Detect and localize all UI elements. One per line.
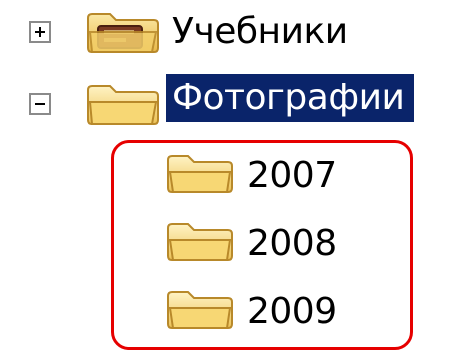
folder-tree-view: Учебники Фотографии 2007 2008 2009 bbox=[0, 0, 456, 358]
minus-icon bbox=[35, 103, 45, 105]
folder-icon[interactable] bbox=[164, 286, 236, 332]
tree-label-2008[interactable]: 2008 bbox=[247, 220, 337, 268]
expand-button-uchebniki[interactable] bbox=[29, 21, 51, 43]
collapse-button-fotografii[interactable] bbox=[29, 93, 51, 115]
folder-with-book-icon[interactable] bbox=[82, 8, 162, 56]
tree-label-fotografii[interactable]: Фотографии bbox=[166, 74, 415, 122]
tree-label-uchebniki[interactable]: Учебники bbox=[172, 8, 348, 56]
tree-label-2007[interactable]: 2007 bbox=[247, 152, 337, 200]
folder-open-icon[interactable] bbox=[82, 80, 162, 128]
folder-icon[interactable] bbox=[164, 218, 236, 264]
folder-icon[interactable] bbox=[164, 150, 236, 196]
plus-icon-vertical bbox=[39, 27, 41, 37]
tree-label-2009[interactable]: 2009 bbox=[247, 288, 337, 336]
